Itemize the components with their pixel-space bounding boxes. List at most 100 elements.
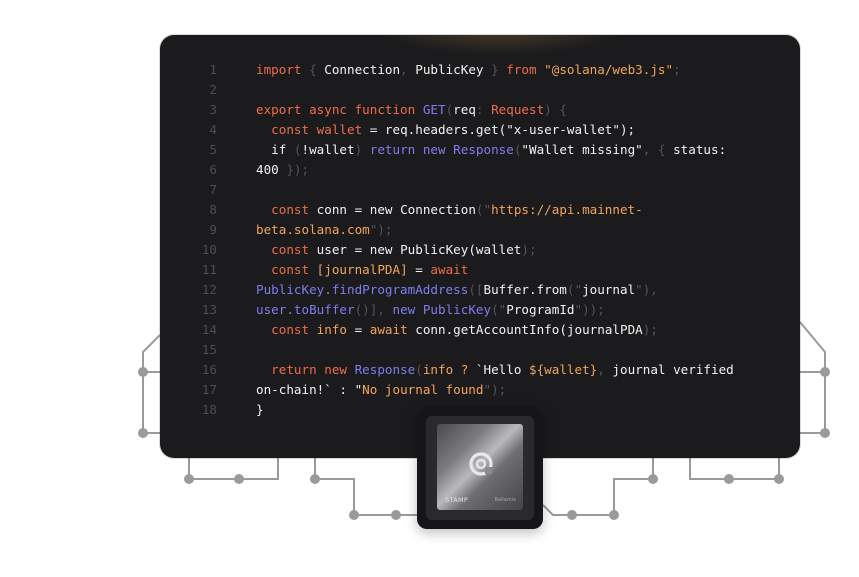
code-line[interactable]: 10 const user = new PublicKey(wallet); [160, 240, 800, 260]
code-token: "@solana/web3.js" [544, 62, 674, 77]
code-token: Connection [324, 62, 401, 77]
code-token: user = new PublicKey(wallet [316, 242, 522, 257]
code-line[interactable]: 16 return new Response(info ? `Hello ${w… [160, 360, 800, 380]
code-token: info [316, 322, 355, 337]
code-line[interactable]: 4 const wallet = req.headers.get("x-user… [160, 120, 800, 140]
line-number: 7 [209, 182, 217, 197]
line-number: 18 [201, 402, 217, 417]
chip-label: STAMP [445, 496, 469, 504]
code-token: journal [582, 282, 636, 297]
line-number: 5 [209, 142, 217, 157]
code-token: const [271, 242, 317, 257]
code-token: }); [286, 162, 310, 177]
code-token: conn = new Connection [316, 202, 476, 217]
code-token: (" [475, 202, 492, 217]
code-token: "); [483, 382, 507, 397]
code-token: ([ [468, 282, 484, 297]
line-number: 17 [201, 382, 217, 397]
code-token: PublicKey [415, 62, 492, 77]
code-token: user.toBuffer [256, 302, 355, 317]
code-line[interactable]: 2 [160, 80, 800, 100]
code-token: } [256, 402, 264, 417]
code-block[interactable]: 1 import { Connection, PublicKey } from "… [160, 60, 800, 420]
code-token: journal verified [612, 362, 734, 377]
code-line[interactable]: 15 [160, 340, 800, 360]
code-token: , [597, 362, 613, 377]
code-line[interactable]: 17 on-chain!` : "No journal found"); [160, 380, 800, 400]
code-token: status: [673, 142, 727, 157]
code-token: { [309, 62, 325, 77]
code-token: `Hello [475, 362, 529, 377]
code-token: , { [642, 142, 674, 157]
code-token: if [256, 142, 294, 157]
code-line[interactable]: 5 if (!wallet) return new Response("Wall… [160, 140, 800, 160]
code-token: const [271, 322, 317, 337]
code-token: = req.headers.get("x-user-wallet"); [369, 122, 636, 137]
code-line[interactable]: 8 const conn = new Connection("https://a… [160, 200, 800, 220]
code-token: ( [415, 362, 423, 377]
code-token: "), [635, 282, 658, 297]
code-token: : [475, 102, 492, 117]
code-token: ); [642, 322, 658, 337]
code-line[interactable]: 14 const info = await conn.getAccountInf… [160, 320, 800, 340]
code-token: return new [271, 362, 355, 377]
code-token: conn.getAccountInfo(journalPDA [415, 322, 643, 337]
code-token: [journalPDA] [316, 262, 416, 277]
code-token: "); [369, 222, 393, 237]
code-token: wallet [316, 122, 370, 137]
top-glow [370, 35, 630, 55]
code-token: await [369, 322, 416, 337]
line-number: 1 [209, 62, 217, 77]
code-token: GET [422, 102, 446, 117]
line-number: 14 [201, 322, 217, 337]
code-line[interactable]: 13 user.toBuffer()], new PublicKey("Progr… [160, 300, 800, 320]
code-token: (" [566, 282, 583, 297]
code-token: ( [293, 142, 302, 157]
code-line[interactable]: 11 const [journalPDA] = await [160, 260, 800, 280]
code-token: ProgramId [506, 302, 575, 317]
code-token: ) { [544, 102, 567, 117]
stamp-logo-icon [469, 452, 493, 476]
line-number: 11 [201, 262, 217, 277]
code-line[interactable]: 1 import { Connection, PublicKey } from "… [160, 60, 800, 80]
code-token: const [271, 262, 317, 277]
code-token: No journal found [362, 382, 484, 397]
code-token: beta.solana.com [256, 222, 370, 237]
code-token: new PublicKey [392, 302, 492, 317]
line-number: 2 [209, 82, 217, 97]
line-number: 10 [201, 242, 217, 257]
code-line[interactable]: 6 400 }); [160, 160, 800, 180]
code-token: await [430, 262, 469, 277]
code-token: (" [491, 302, 507, 317]
code-line[interactable]: 3 export async function GET(req: Request)… [160, 100, 800, 120]
code-token: ; [673, 62, 681, 77]
code-token: "Wallet missing" [521, 142, 643, 157]
code-token: return new Response [369, 142, 514, 157]
code-token: export async function [256, 102, 423, 117]
code-token: !wallet [301, 142, 355, 157]
code-token: req [453, 102, 476, 117]
code-token: 400 [256, 162, 287, 177]
line-number: 8 [209, 202, 217, 217]
code-token: = [415, 262, 431, 277]
code-token: } [491, 62, 507, 77]
code-token: const [271, 202, 317, 217]
code-line[interactable]: 7 [160, 180, 800, 200]
code-token: Request [491, 102, 545, 117]
code-line[interactable]: 9 beta.solana.com"); [160, 220, 800, 240]
code-token: ")); [574, 302, 605, 317]
code-token: import [256, 62, 310, 77]
line-number: 15 [201, 342, 217, 357]
code-line[interactable]: 12 PublicKey.findProgramAddress([Buffer.f… [160, 280, 800, 300]
code-token: on-chain!` : " [256, 382, 363, 397]
code-token: PublicKey.findProgramAddress [256, 282, 469, 297]
line-number: 9 [209, 222, 217, 237]
code-token: from [506, 62, 545, 77]
code-token: ) [354, 142, 370, 157]
line-number: 13 [201, 302, 217, 317]
